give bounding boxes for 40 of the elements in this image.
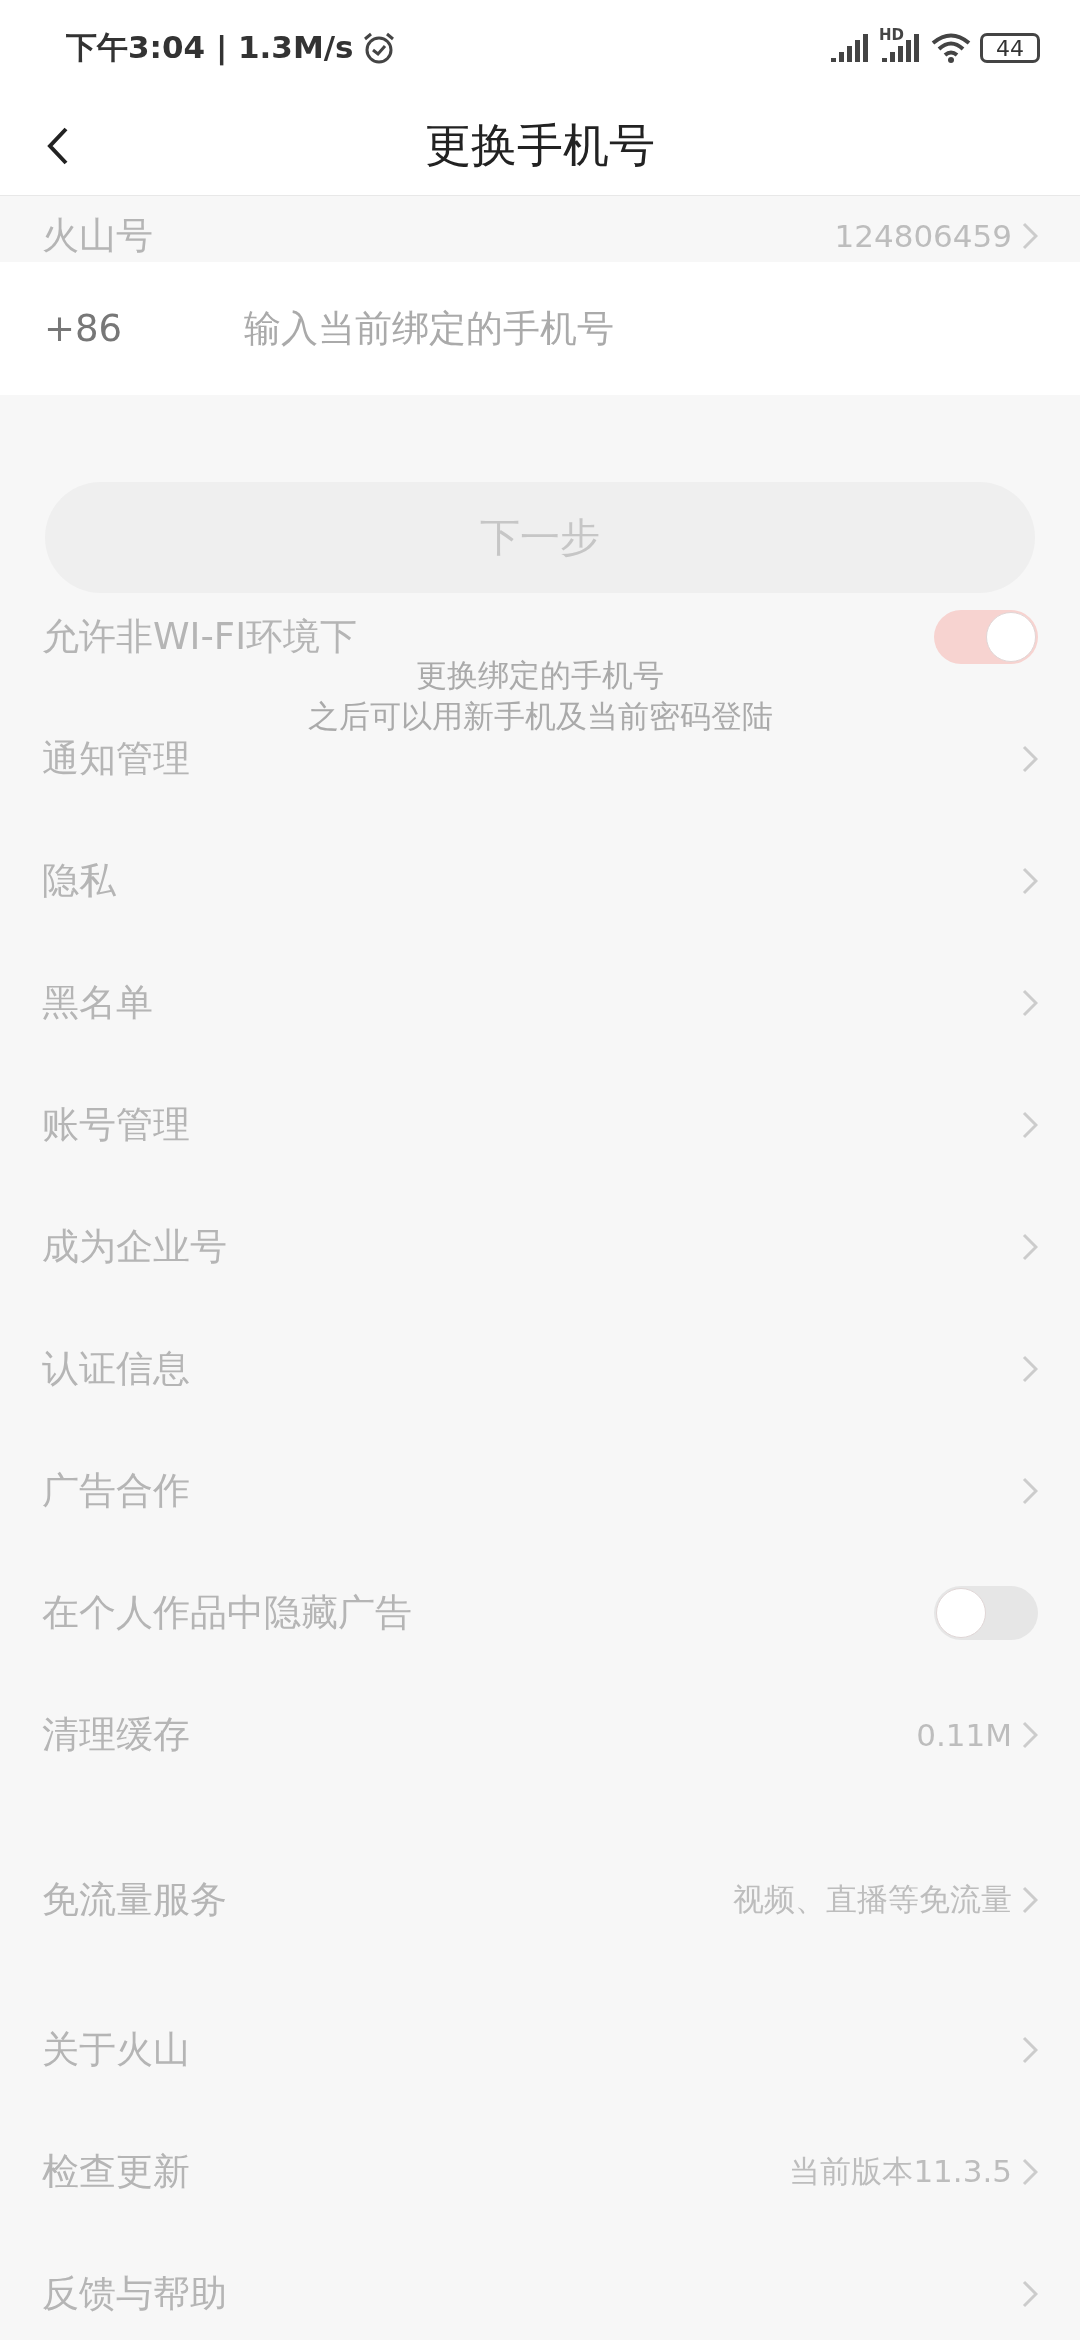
chevron-right-icon [1022, 1355, 1038, 1383]
setting-value: 0.11M [916, 1717, 1012, 1753]
chevron-right-icon [1022, 989, 1038, 1017]
alarm-clock-icon [361, 31, 396, 65]
battery-icon: 44 [980, 33, 1040, 63]
wifi-icon [930, 32, 972, 64]
setting-label: 清理缓存 [42, 1712, 190, 1758]
setting-label: 关于火山 [42, 2027, 190, 2073]
setting-label: 成为企业号 [42, 1224, 227, 1270]
setting-label: 账号管理 [42, 1102, 190, 1148]
chevron-right-icon [1022, 222, 1038, 250]
setting-value: 视频、直播等免流量 [733, 1880, 1012, 1919]
chevron-right-icon [1022, 1111, 1038, 1139]
chevron-right-icon [1022, 1886, 1038, 1914]
chevron-right-icon [1022, 1233, 1038, 1261]
setting-value: 当前版本11.3.5 [789, 2152, 1012, 2191]
chevron-right-icon [1022, 1477, 1038, 1505]
setting-label: 隐私 [42, 858, 116, 904]
chevron-right-icon [1022, 2158, 1038, 2186]
setting-label: 通知管理 [42, 736, 190, 782]
setting-label: 免流量服务 [42, 1877, 227, 1923]
toggle-switch[interactable] [934, 1586, 1038, 1640]
chevron-right-icon [1022, 1721, 1038, 1749]
page-title: 更换手机号 [425, 116, 655, 174]
setting-label: 反馈与帮助 [42, 2271, 227, 2317]
setting-label: 火山号 [42, 213, 153, 259]
signal-icon [831, 34, 871, 62]
chevron-right-icon [1022, 2036, 1038, 2064]
setting-label: 广告合作 [42, 1468, 190, 1514]
status-time-speed: 下午3:04 | 1.3M/s [66, 28, 354, 68]
chevron-right-icon [1022, 745, 1038, 773]
setting-value: 124806459 [834, 218, 1012, 254]
setting-label: 在个人作品中隐藏广告 [42, 1590, 412, 1636]
chevron-right-icon [1022, 2280, 1038, 2308]
setting-label: 认证信息 [42, 1346, 190, 1392]
setting-label: 黑名单 [42, 980, 153, 1026]
network-type-label: HD [879, 26, 904, 44]
chevron-right-icon [1022, 867, 1038, 895]
setting-label: 检查更新 [42, 2149, 190, 2195]
toggle-switch[interactable] [934, 610, 1038, 664]
